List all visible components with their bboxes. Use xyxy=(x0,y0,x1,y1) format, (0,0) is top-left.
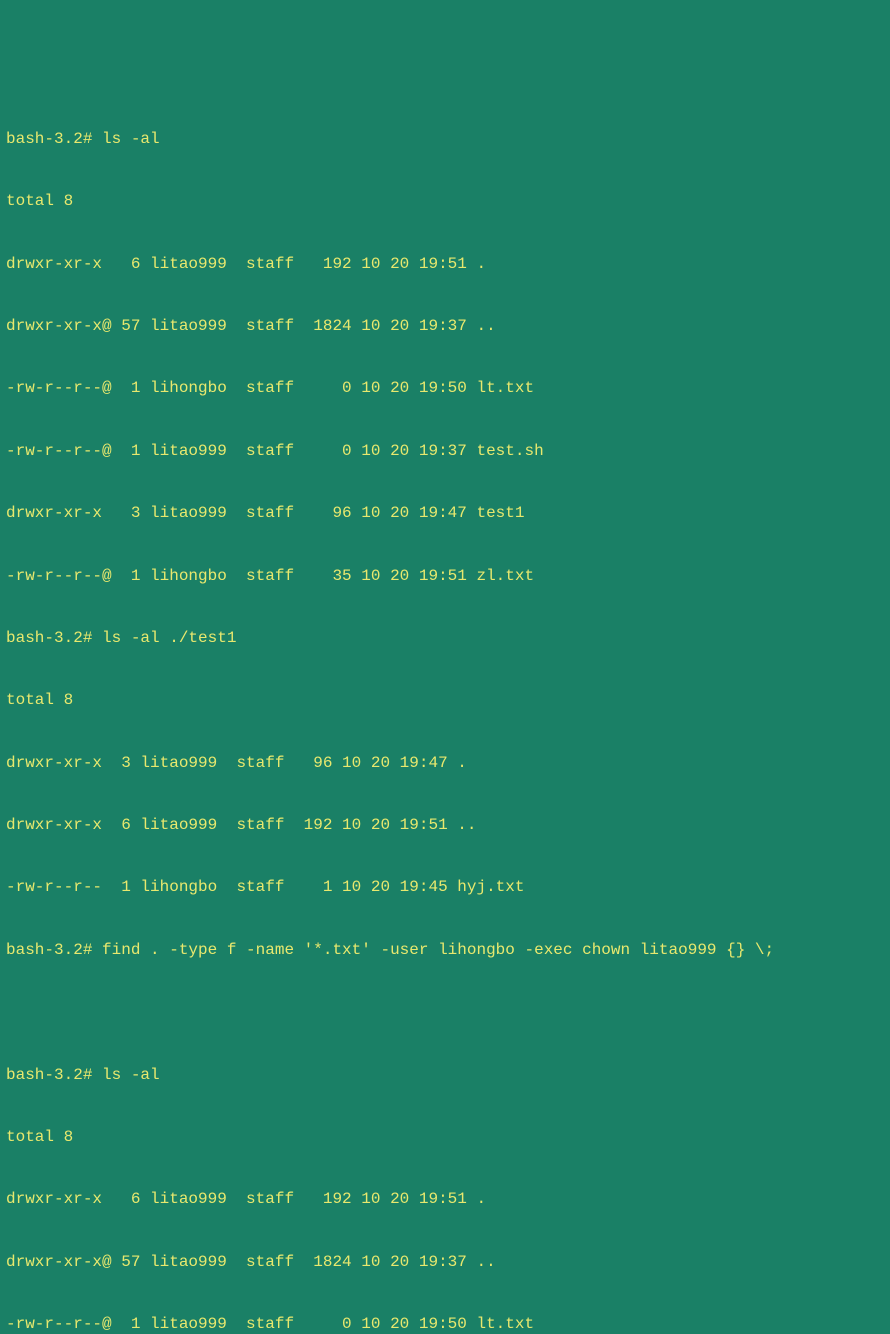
terminal-line: drwxr-xr-x 6 litao999 staff 192 10 20 19… xyxy=(6,815,884,836)
terminal-line xyxy=(6,1002,884,1023)
terminal-line: total 8 xyxy=(6,690,884,711)
terminal-line: bash-3.2# ls -al xyxy=(6,129,884,150)
terminal-line: drwxr-xr-x@ 57 litao999 staff 1824 10 20… xyxy=(6,1252,884,1273)
terminal-line: drwxr-xr-x 3 litao999 staff 96 10 20 19:… xyxy=(6,503,884,524)
terminal-line: drwxr-xr-x@ 57 litao999 staff 1824 10 20… xyxy=(6,316,884,337)
terminal-line: bash-3.2# ls -al ./test1 xyxy=(6,628,884,649)
terminal-line: bash-3.2# ls -al xyxy=(6,1065,884,1086)
terminal-line: -rw-r--r--@ 1 lihongbo staff 0 10 20 19:… xyxy=(6,378,884,399)
terminal[interactable]: bash-3.2# ls -al total 8 drwxr-xr-x 6 li… xyxy=(6,87,884,746)
terminal-line: -rw-r--r-- 1 lihongbo staff 1 10 20 19:4… xyxy=(6,877,884,898)
terminal-line: total 8 xyxy=(6,1127,884,1148)
terminal-line: drwxr-xr-x 3 litao999 staff 96 10 20 19:… xyxy=(6,753,884,774)
terminal-line: -rw-r--r--@ 1 lihongbo staff 35 10 20 19… xyxy=(6,566,884,587)
terminal-line: drwxr-xr-x 6 litao999 staff 192 10 20 19… xyxy=(6,1189,884,1210)
terminal-line: -rw-r--r--@ 1 litao999 staff 0 10 20 19:… xyxy=(6,441,884,462)
terminal-line: total 8 xyxy=(6,191,884,212)
terminal-line: drwxr-xr-x 6 litao999 staff 192 10 20 19… xyxy=(6,254,884,275)
terminal-line: bash-3.2# find . -type f -name '*.txt' -… xyxy=(6,940,884,961)
terminal-line: -rw-r--r--@ 1 litao999 staff 0 10 20 19:… xyxy=(6,1314,884,1334)
